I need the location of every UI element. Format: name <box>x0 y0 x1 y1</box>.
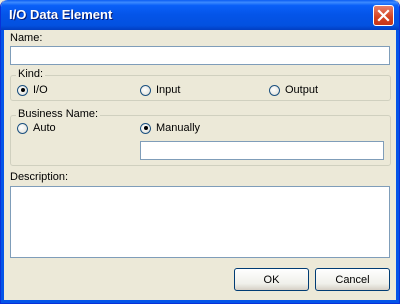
kind-option-label: Input <box>156 84 181 96</box>
kind-group: Kind: I/O Input Output <box>10 68 391 101</box>
kind-option-label: I/O <box>33 84 48 96</box>
business-name-label: Business Name: <box>16 108 101 120</box>
radio-unselected-icon <box>140 84 151 96</box>
kind-radio-input[interactable]: Input <box>140 84 180 96</box>
radio-unselected-icon <box>17 122 28 134</box>
business-radio-auto[interactable]: Auto <box>17 122 56 134</box>
ok-button-label: OK <box>263 273 280 286</box>
business-radio-manually[interactable]: Manually <box>140 122 200 134</box>
close-button[interactable] <box>373 5 394 26</box>
description-label: Description: <box>10 171 69 183</box>
business-name-group: Business Name: Auto Manually <box>10 108 391 166</box>
kind-label: Kind: <box>16 68 46 80</box>
business-option-label: Manually <box>156 122 201 134</box>
title-bar[interactable]: I/O Data Element <box>1 0 399 30</box>
kind-radio-output[interactable]: Output <box>269 84 318 96</box>
name-input[interactable] <box>10 46 390 65</box>
business-option-label: Auto <box>33 122 56 134</box>
name-label: Name: <box>10 32 43 44</box>
window-title: I/O Data Element <box>9 7 113 22</box>
cancel-button-label: Cancel <box>335 273 370 286</box>
ok-button[interactable]: OK <box>234 268 309 291</box>
dialog-window: I/O Data Element Name: Kind: I/O Input O… <box>0 0 400 304</box>
dialog-body: Name: Kind: I/O Input Output Business Na… <box>1 30 399 303</box>
radio-selected-icon <box>140 122 151 134</box>
description-textarea[interactable] <box>10 186 390 258</box>
radio-selected-icon <box>17 84 28 96</box>
radio-unselected-icon <box>269 84 280 96</box>
business-name-input[interactable] <box>140 141 384 160</box>
cancel-button[interactable]: Cancel <box>315 268 390 291</box>
kind-radio-io[interactable]: I/O <box>17 84 48 96</box>
close-icon <box>377 9 390 22</box>
kind-option-label: Output <box>285 84 319 96</box>
